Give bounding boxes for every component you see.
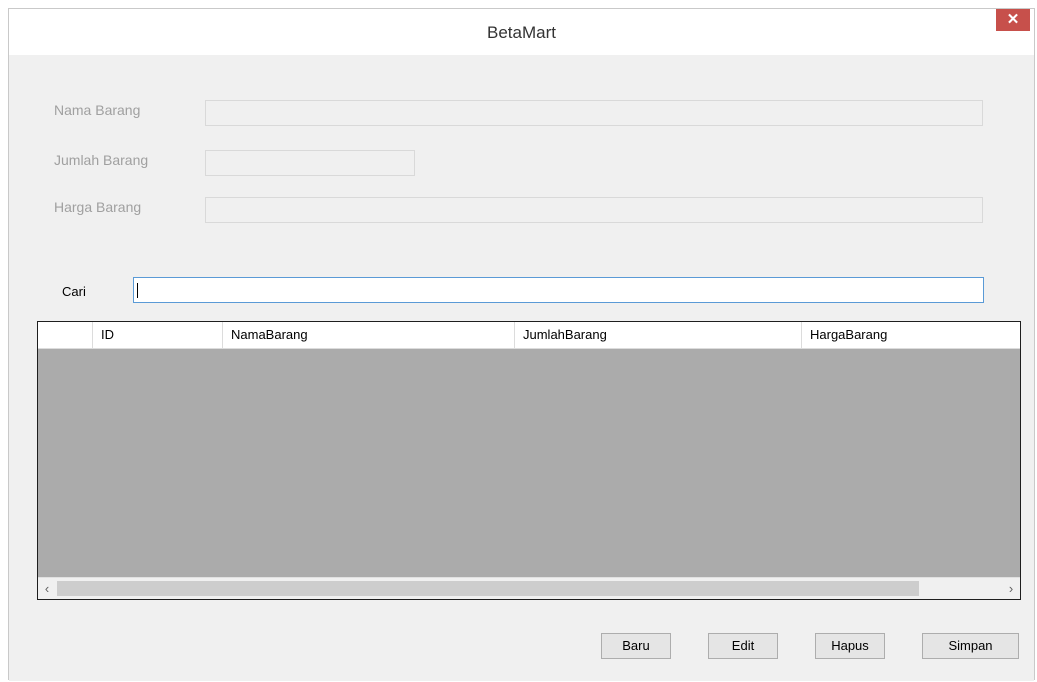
nama-barang-label: Nama Barang [54,102,141,118]
simpan-button[interactable]: Simpan [922,633,1019,659]
scroll-left-icon[interactable]: ‹ [38,578,56,599]
harga-barang-label: Harga Barang [54,199,142,215]
nama-barang-input[interactable] [205,100,983,126]
grid-header-row: ID NamaBarang JumlahBarang HargaBarang [38,322,1020,349]
title-bar: BetaMart ✕ [9,9,1034,55]
app-window: BetaMart ✕ Nama Barang Jumlah Barang Har… [8,8,1035,681]
form-client-area: Nama Barang Jumlah Barang Harga Barang C… [9,55,1034,681]
row-header-corner[interactable] [38,322,93,348]
window-title: BetaMart [487,23,556,42]
column-header-id[interactable]: ID [93,322,223,348]
horizontal-scrollbar[interactable]: ‹ › [38,577,1020,599]
text-caret [137,283,138,298]
jumlah-barang-input[interactable] [205,150,415,176]
jumlah-barang-label: Jumlah Barang [54,152,149,168]
cari-input[interactable] [133,277,984,303]
scroll-right-icon[interactable]: › [1002,578,1020,599]
close-button[interactable]: ✕ [996,9,1030,31]
data-grid[interactable]: ID NamaBarang JumlahBarang HargaBarang ‹… [37,321,1021,600]
baru-button[interactable]: Baru [601,633,671,659]
hapus-button[interactable]: Hapus [815,633,885,659]
column-header-hargabarang[interactable]: HargaBarang [802,322,1020,348]
scrollbar-thumb[interactable] [57,581,919,596]
edit-button[interactable]: Edit [708,633,778,659]
close-icon: ✕ [1006,11,1020,28]
column-header-namabarang[interactable]: NamaBarang [223,322,515,348]
cari-label: Cari [62,284,86,299]
harga-barang-input[interactable] [205,197,983,223]
column-header-jumlahbarang[interactable]: JumlahBarang [515,322,802,348]
